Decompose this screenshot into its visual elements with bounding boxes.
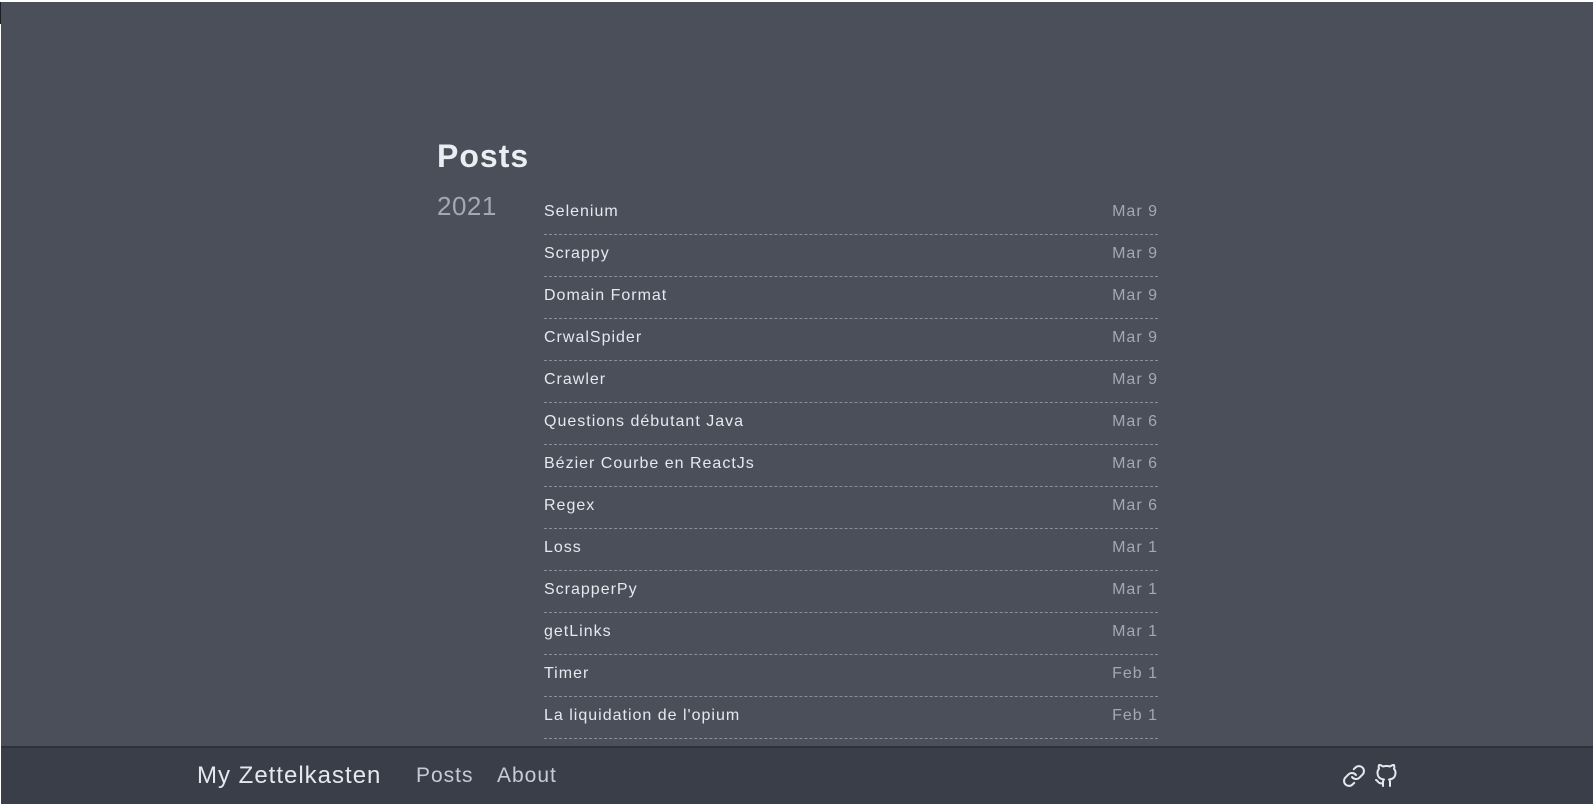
post-title[interactable]: Selenium bbox=[544, 203, 619, 221]
post-title[interactable]: CrwalSpider bbox=[544, 329, 642, 347]
post-item[interactable]: CrwalSpider Mar 9 bbox=[544, 319, 1158, 361]
post-title[interactable]: Domain Format bbox=[544, 287, 667, 305]
post-date: Mar 9 bbox=[1112, 286, 1158, 304]
post-date: Mar 6 bbox=[1112, 454, 1158, 472]
post-item[interactable]: getLinks Mar 1 bbox=[544, 613, 1158, 655]
post-item[interactable]: ScrapperPy Mar 1 bbox=[544, 571, 1158, 613]
post-item[interactable]: Loss Mar 1 bbox=[544, 529, 1158, 571]
post-date: Mar 1 bbox=[1112, 538, 1158, 556]
bottom-nav-bar: My Zettelkasten Posts About bbox=[1, 746, 1593, 804]
post-item[interactable]: Timer Feb 1 bbox=[544, 655, 1158, 697]
page-frame: Posts 2021 Selenium Mar 9 Scrappy Mar 9 … bbox=[1, 2, 1593, 804]
post-date: Feb 1 bbox=[1112, 706, 1158, 724]
post-item[interactable]: Crawler Mar 9 bbox=[544, 361, 1158, 403]
post-item[interactable]: Questions débutant Java Mar 6 bbox=[544, 403, 1158, 445]
post-date: Mar 1 bbox=[1112, 580, 1158, 598]
link-icon[interactable] bbox=[1342, 764, 1366, 788]
post-title[interactable]: ScrapperPy bbox=[544, 581, 638, 599]
post-list: Selenium Mar 9 Scrappy Mar 9 Domain Form… bbox=[544, 193, 1158, 739]
post-title[interactable]: Timer bbox=[544, 665, 589, 683]
post-item[interactable]: Domain Format Mar 9 bbox=[544, 277, 1158, 319]
post-title[interactable]: La liquidation de l'opium bbox=[544, 707, 740, 725]
post-date: Mar 9 bbox=[1112, 328, 1158, 346]
post-title[interactable]: Regex bbox=[544, 497, 595, 515]
post-item[interactable]: Regex Mar 6 bbox=[544, 487, 1158, 529]
post-title[interactable]: Crawler bbox=[544, 371, 606, 389]
post-date: Mar 9 bbox=[1112, 202, 1158, 220]
site-brand-link[interactable]: My Zettelkasten bbox=[197, 762, 381, 790]
post-item[interactable]: Selenium Mar 9 bbox=[544, 193, 1158, 235]
nav-posts-link[interactable]: Posts bbox=[416, 764, 474, 788]
post-date: Mar 9 bbox=[1112, 370, 1158, 388]
post-date: Mar 9 bbox=[1112, 244, 1158, 262]
post-title[interactable]: getLinks bbox=[544, 623, 612, 641]
year-label: 2021 bbox=[437, 191, 497, 221]
post-date: Mar 1 bbox=[1112, 622, 1158, 640]
post-item[interactable]: Bézier Courbe en ReactJs Mar 6 bbox=[544, 445, 1158, 487]
year-section: 2021 Selenium Mar 9 Scrappy Mar 9 Domain… bbox=[437, 191, 1159, 739]
post-date: Mar 6 bbox=[1112, 412, 1158, 430]
main-content: Posts 2021 Selenium Mar 9 Scrappy Mar 9 … bbox=[437, 136, 1159, 739]
post-date: Mar 6 bbox=[1112, 496, 1158, 514]
post-title[interactable]: Scrappy bbox=[544, 245, 610, 263]
post-title[interactable]: Questions débutant Java bbox=[544, 413, 744, 431]
post-title[interactable]: Loss bbox=[544, 539, 582, 557]
post-item[interactable]: Scrappy Mar 9 bbox=[544, 235, 1158, 277]
post-item[interactable]: La liquidation de l'opium Feb 1 bbox=[544, 697, 1158, 739]
post-date: Feb 1 bbox=[1112, 664, 1158, 682]
page-title: Posts bbox=[437, 138, 530, 174]
post-title[interactable]: Bézier Courbe en ReactJs bbox=[544, 455, 755, 473]
github-icon[interactable] bbox=[1374, 764, 1398, 788]
nav-about-link[interactable]: About bbox=[497, 764, 557, 788]
